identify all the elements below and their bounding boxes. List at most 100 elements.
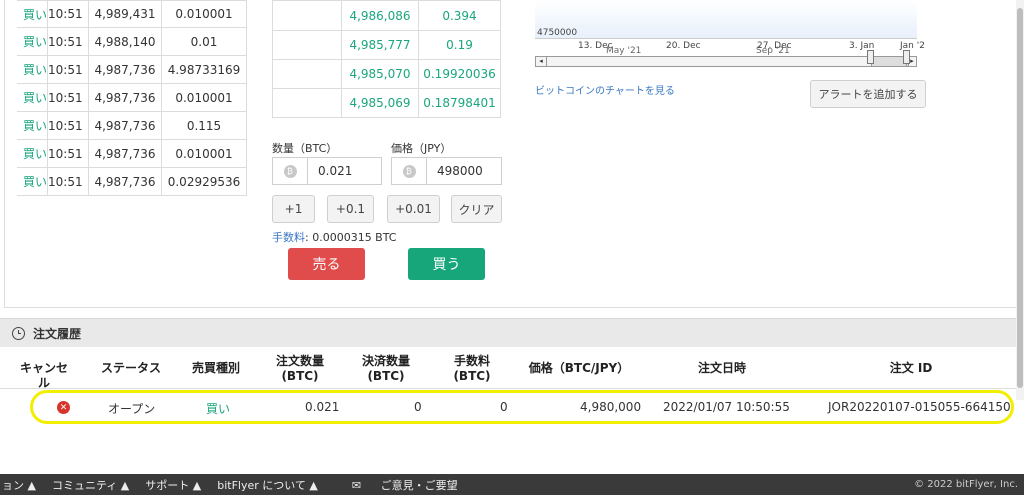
trade-time: 10:51: [47, 111, 89, 140]
bitcoin-icon: ₿: [392, 158, 427, 184]
book-row: 4,985,070 0.19920036: [272, 59, 501, 89]
chart-y-label: 4750000: [537, 28, 578, 38]
trade-price: 4,987,736: [88, 111, 162, 140]
book-row: 4,985,069 0.18798401: [272, 88, 501, 118]
plus-point-zero-one-button[interactable]: +0.01: [387, 195, 440, 223]
col-settled-qty: 決済数量 (BTC): [361, 354, 410, 383]
trade-row: 買い 10:51 4,987,736 4.98733169: [17, 55, 247, 84]
col-order-id: 注文 ID: [889, 361, 933, 375]
mail-icon: ✉: [351, 478, 362, 492]
scrollbar-thumb[interactable]: [1017, 8, 1023, 388]
trade-side: 買い: [17, 167, 48, 196]
trade-amount: 4.98733169: [161, 55, 247, 84]
trade-price: 4,987,736: [88, 55, 162, 84]
order-qty: 0.021: [305, 400, 340, 414]
book-empty-cell: [272, 88, 342, 118]
book-amount: 0.18798401: [418, 88, 501, 118]
trade-time: 10:51: [47, 0, 89, 28]
recent-trades-table: 買い 10:51 4,989,431 0.010001 買い 10:51 4,988,140…: [17, 0, 247, 196]
buy-button[interactable]: 買う: [408, 248, 485, 280]
divider: [0, 388, 1016, 389]
book-price: 4,985,070: [341, 59, 419, 89]
book-price: 4,986,086: [341, 0, 419, 31]
footer-bar: ョン ▲ コミュニティ ▲ サポート ▲ bitFlyer について ▲ ✉ ご…: [0, 474, 1024, 495]
book-row: 4,986,086 0.394: [272, 0, 501, 31]
price-chart: [535, 0, 917, 38]
trade-side: 買い: [17, 111, 48, 140]
book-amount: 0.19920036: [418, 59, 501, 89]
order-history-header: 注文履歴: [0, 318, 1024, 347]
trade-time: 10:51: [47, 167, 89, 196]
trade-row: 買い 10:51 4,988,140 0.01: [17, 27, 247, 56]
col-cancel: キャンセル: [19, 361, 68, 390]
book-price: 4,985,069: [341, 88, 419, 118]
bitcoin-chart-link[interactable]: ビットコインのチャートを見る: [535, 82, 675, 97]
plus-point-one-button[interactable]: +0.1: [327, 195, 374, 223]
trade-side: 買い: [17, 83, 48, 112]
trade-price: 4,987,736: [88, 139, 162, 168]
clear-button[interactable]: クリア: [451, 195, 502, 223]
col-order-qty: 注文数量 (BTC): [275, 354, 324, 383]
book-amount: 0.19: [418, 30, 501, 60]
order-settled: 0: [414, 400, 422, 414]
col-status: ステータス: [100, 361, 161, 375]
col-price: 価格（BTC/JPY）: [528, 361, 630, 375]
plus-one-button[interactable]: +1: [272, 195, 315, 223]
footer-menu-community[interactable]: コミュニティ ▲: [52, 477, 129, 493]
trade-side: 買い: [17, 0, 48, 28]
scroll-left-arrow-icon[interactable]: ◂: [536, 57, 547, 66]
chart-axis: [535, 38, 917, 39]
price-label: 価格（JPY）: [391, 142, 452, 155]
trade-row: 買い 10:51 4,987,736 0.010001: [17, 83, 247, 112]
trade-row: 買い 10:51 4,987,736 0.115: [17, 111, 247, 140]
order-book-table: 4,986,086 0.394 4,985,777 0.19 4,985,070 0.19…: [272, 0, 501, 118]
quantity-label: 数量（BTC）: [272, 142, 338, 155]
feedback-link[interactable]: ✉ ご意見・ご要望: [352, 477, 474, 493]
bitcoin-icon: ₿: [273, 158, 308, 184]
clock-icon: [12, 326, 25, 340]
cancel-order-icon[interactable]: ✕: [57, 401, 70, 414]
book-price: 4,985,777: [341, 30, 419, 60]
fee-link[interactable]: 手数料: [272, 231, 305, 244]
trade-amount: 0.115: [161, 111, 247, 140]
trade-amount: 0.010001: [161, 0, 247, 28]
navigator-label: Sep '21: [756, 46, 790, 56]
order-datetime: 2022/01/07 10:50:55: [663, 400, 790, 414]
col-fee: 手数料 (BTC): [453, 354, 491, 383]
trade-amount: 0.010001: [161, 139, 247, 168]
trade-row: 買い 10:51 4,987,736 0.02929536: [17, 167, 247, 196]
book-row: 4,985,777 0.19: [272, 30, 501, 60]
trade-time: 10:51: [47, 27, 89, 56]
copyright: © 2022 bitFlyer, Inc.: [914, 479, 1018, 490]
trade-price: 4,987,736: [88, 167, 162, 196]
price-input[interactable]: ₿ 498000: [391, 157, 502, 185]
order-status: オープン: [108, 402, 156, 416]
footer-menu-support[interactable]: サポート ▲: [145, 477, 201, 493]
order-fee: 0: [500, 400, 508, 414]
footer-menu-item[interactable]: ョン ▲: [2, 477, 36, 493]
quantity-input[interactable]: ₿ 0.021: [272, 157, 382, 185]
navigator-handle-right[interactable]: [903, 50, 910, 64]
trade-time: 10:51: [47, 55, 89, 84]
trade-amount: 0.02929536: [161, 167, 247, 196]
trade-side: 買い: [17, 27, 48, 56]
order-id: JOR20220107-015055-664150: [828, 400, 1011, 414]
fee-info: 手数料: 0.0000315 BTC: [272, 231, 397, 244]
trade-time: 10:51: [47, 83, 89, 112]
add-alert-button[interactable]: アラートを追加する: [810, 80, 926, 108]
footer-menu-about[interactable]: bitFlyer について ▲: [217, 477, 318, 493]
trade-price: 4,987,736: [88, 83, 162, 112]
trade-amount: 0.010001: [161, 83, 247, 112]
col-datetime: 注文日時: [697, 361, 746, 375]
trade-side: 買い: [17, 55, 48, 84]
chart-navigator-scrollbar[interactable]: ◂ ▸: [535, 56, 917, 67]
order-price: 4,980,000: [580, 400, 642, 414]
sell-button[interactable]: 売る: [288, 248, 365, 280]
order-side: 買い: [206, 402, 231, 416]
chart-x-label: 20. Dec: [666, 41, 701, 51]
navigator-handle-left[interactable]: [867, 50, 874, 64]
book-empty-cell: [272, 59, 342, 89]
page-scrollbar[interactable]: [1016, 0, 1024, 400]
book-amount: 0.394: [418, 0, 501, 31]
trade-time: 10:51: [47, 139, 89, 168]
